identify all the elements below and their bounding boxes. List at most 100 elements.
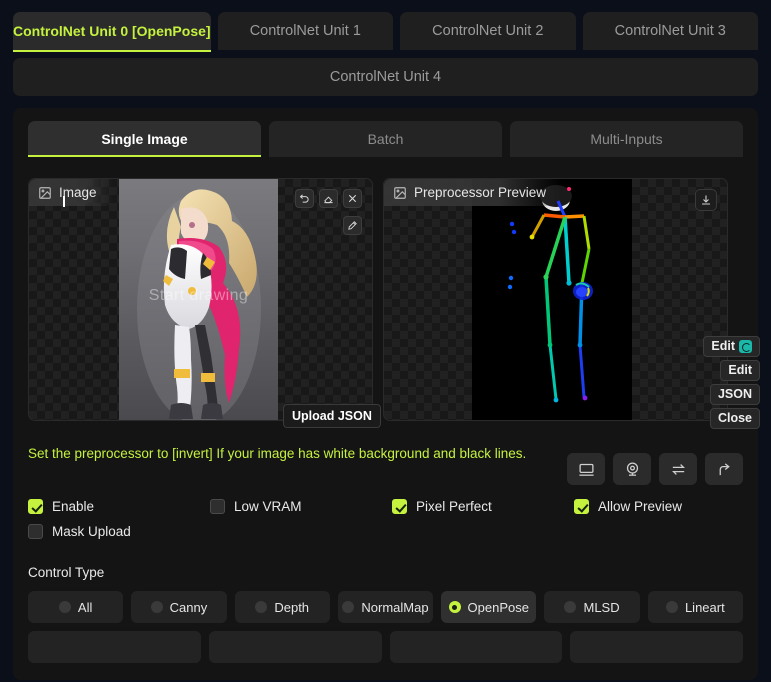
unit-tab-3[interactable]: ControlNet Unit 3 <box>582 12 759 50</box>
tab-single-image-label: Single Image <box>101 131 188 147</box>
unit-tab-3-label: ControlNet Unit 3 <box>614 23 726 39</box>
edit-openpose-label: Edit <box>711 339 735 353</box>
openpose-editor-buttons: Edit Edit JSON Close <box>703 336 760 429</box>
edit-openpose-button[interactable]: Edit <box>703 336 760 357</box>
control-type-normalmap[interactable]: NormalMap <box>337 591 434 623</box>
upload-json-tooltip: Upload JSON <box>283 404 381 428</box>
preprocessor-preview-image <box>472 179 632 420</box>
checkbox-pixel-perfect[interactable]: Pixel Perfect <box>392 499 574 514</box>
control-type-options: All Canny Depth NormalMap OpenPose MLSD … <box>28 591 743 623</box>
image-upload-panel[interactable]: Start drawing Image <box>28 178 373 421</box>
checkbox-mask-upload[interactable]: Mask Upload <box>28 524 210 539</box>
control-type-row2-d[interactable] <box>570 631 743 663</box>
control-type-options-row2 <box>28 631 743 663</box>
checkbox-enable-label: Enable <box>52 499 95 514</box>
control-type-all-label: All <box>77 599 93 615</box>
control-type-all[interactable]: All <box>28 591 124 623</box>
unit-tab-0-label: ControlNet Unit 0 [OpenPose] <box>13 23 211 39</box>
checkbox-mask-upload-label: Mask Upload <box>52 524 131 539</box>
tab-batch-label: Batch <box>367 131 404 147</box>
unit-tab-4[interactable]: ControlNet Unit 4 <box>13 58 758 96</box>
webcam-icon[interactable] <box>613 453 651 485</box>
control-type-lineart-label: Lineart <box>684 599 725 615</box>
image-panel-label: Image <box>29 179 113 206</box>
start-drawing-watermark: Start drawing <box>148 287 249 304</box>
eraser-icon[interactable] <box>319 189 338 208</box>
control-type-openpose[interactable]: OpenPose <box>441 591 537 623</box>
checkbox-low-vram-box[interactable] <box>210 499 225 514</box>
text-cursor <box>63 196 65 207</box>
edit-button[interactable]: Edit <box>720 360 760 381</box>
checkbox-allow-preview[interactable]: Allow Preview <box>574 499 682 514</box>
swap-icon[interactable] <box>659 453 697 485</box>
control-type-depth[interactable]: Depth <box>234 591 330 623</box>
preprocessor-preview-label: Preprocessor Preview <box>384 179 563 206</box>
json-button-label: JSON <box>717 387 752 401</box>
control-type-depth-label: Depth <box>274 599 310 615</box>
control-type-mlsd[interactable]: MLSD <box>544 591 640 623</box>
options-row-2: Mask Upload <box>28 524 743 539</box>
image-row: Start drawing Image Preprocessor Preview <box>28 178 743 421</box>
image-icon <box>39 186 51 199</box>
undo-icon[interactable] <box>295 189 314 208</box>
checkbox-enable[interactable]: Enable <box>28 499 210 514</box>
radio-dot-openpose <box>448 601 461 613</box>
radio-dot-normalmap <box>342 601 355 613</box>
checkbox-enable-box[interactable] <box>28 499 43 514</box>
checkbox-allow-preview-label: Allow Preview <box>598 499 683 514</box>
radio-dot-canny <box>150 601 163 613</box>
control-type-mlsd-label: MLSD <box>583 599 620 615</box>
preprocessor-preview-label-text: Preprocessor Preview <box>414 185 547 200</box>
radio-dot-depth <box>255 601 268 613</box>
preprocessor-notice: Set the preprocessor to [invert] If your… <box>28 446 527 461</box>
image-panel-label-text: Image <box>59 185 97 200</box>
uploaded-image: Start drawing <box>119 179 278 420</box>
tab-single-image[interactable]: Single Image <box>28 121 261 157</box>
edit-button-label: Edit <box>728 363 752 377</box>
controlnet-unit-tabs-row2: ControlNet Unit 4 <box>0 50 771 96</box>
close-icon[interactable] <box>343 189 362 208</box>
checkbox-allow-preview-box[interactable] <box>574 499 589 514</box>
control-type-row2-b[interactable] <box>208 631 382 663</box>
unit-tab-1[interactable]: ControlNet Unit 1 <box>217 12 394 50</box>
tab-batch[interactable]: Batch <box>269 121 502 157</box>
control-type-canny-label: Canny <box>169 599 208 615</box>
checkbox-pixel-perfect-label: Pixel Perfect <box>416 499 492 514</box>
tab-multi-inputs[interactable]: Multi-Inputs <box>510 121 743 157</box>
unit-tab-1-label: ControlNet Unit 1 <box>249 23 361 39</box>
checkbox-low-vram[interactable]: Low VRAM <box>210 499 392 514</box>
openpose-editor-icon <box>739 340 752 353</box>
radio-dot-lineart <box>665 601 678 613</box>
json-button[interactable]: JSON <box>709 384 760 405</box>
checkbox-mask-upload-box[interactable] <box>28 524 43 539</box>
unit-tab-0[interactable]: ControlNet Unit 0 [OpenPose] <box>13 12 211 52</box>
checkbox-low-vram-label: Low VRAM <box>234 499 302 514</box>
unit-tab-4-label: ControlNet Unit 4 <box>329 69 442 85</box>
radio-dot-mlsd <box>564 601 577 613</box>
close-button[interactable]: Close <box>709 408 760 429</box>
checkbox-pixel-perfect-box[interactable] <box>392 499 407 514</box>
unit-tab-2[interactable]: ControlNet Unit 2 <box>400 12 576 50</box>
send-to-icon[interactable] <box>705 453 743 485</box>
control-type-row2-a[interactable] <box>28 631 201 663</box>
tab-multi-inputs-label: Multi-Inputs <box>590 131 663 147</box>
source-icon-buttons <box>567 441 743 485</box>
download-icon[interactable] <box>695 189 717 211</box>
image-icon <box>394 186 406 199</box>
control-type-lineart[interactable]: Lineart <box>647 591 743 623</box>
controlnet-unit-tabs: ControlNet Unit 0 [OpenPose] ControlNet … <box>0 0 771 52</box>
control-type-openpose-label: OpenPose <box>467 599 529 615</box>
options-row-1: Enable Low VRAM Pixel Perfect Allow Prev… <box>28 499 743 514</box>
image-tool-group-2 <box>343 216 362 235</box>
notice-row: Set the preprocessor to [invert] If your… <box>28 441 743 485</box>
openpose-skeleton <box>472 179 632 420</box>
control-type-canny[interactable]: Canny <box>131 591 227 623</box>
preprocessor-preview-panel[interactable]: Preprocessor Preview <box>383 178 728 421</box>
control-type-row2-c[interactable] <box>389 631 563 663</box>
image-tool-group <box>295 189 362 208</box>
pen-icon[interactable] <box>343 216 362 235</box>
screen-capture-icon[interactable] <box>567 453 605 485</box>
unit-tab-2-label: ControlNet Unit 2 <box>432 23 544 39</box>
source-tabs: Single Image Batch Multi-Inputs <box>28 121 743 157</box>
radio-dot-all <box>58 601 71 613</box>
